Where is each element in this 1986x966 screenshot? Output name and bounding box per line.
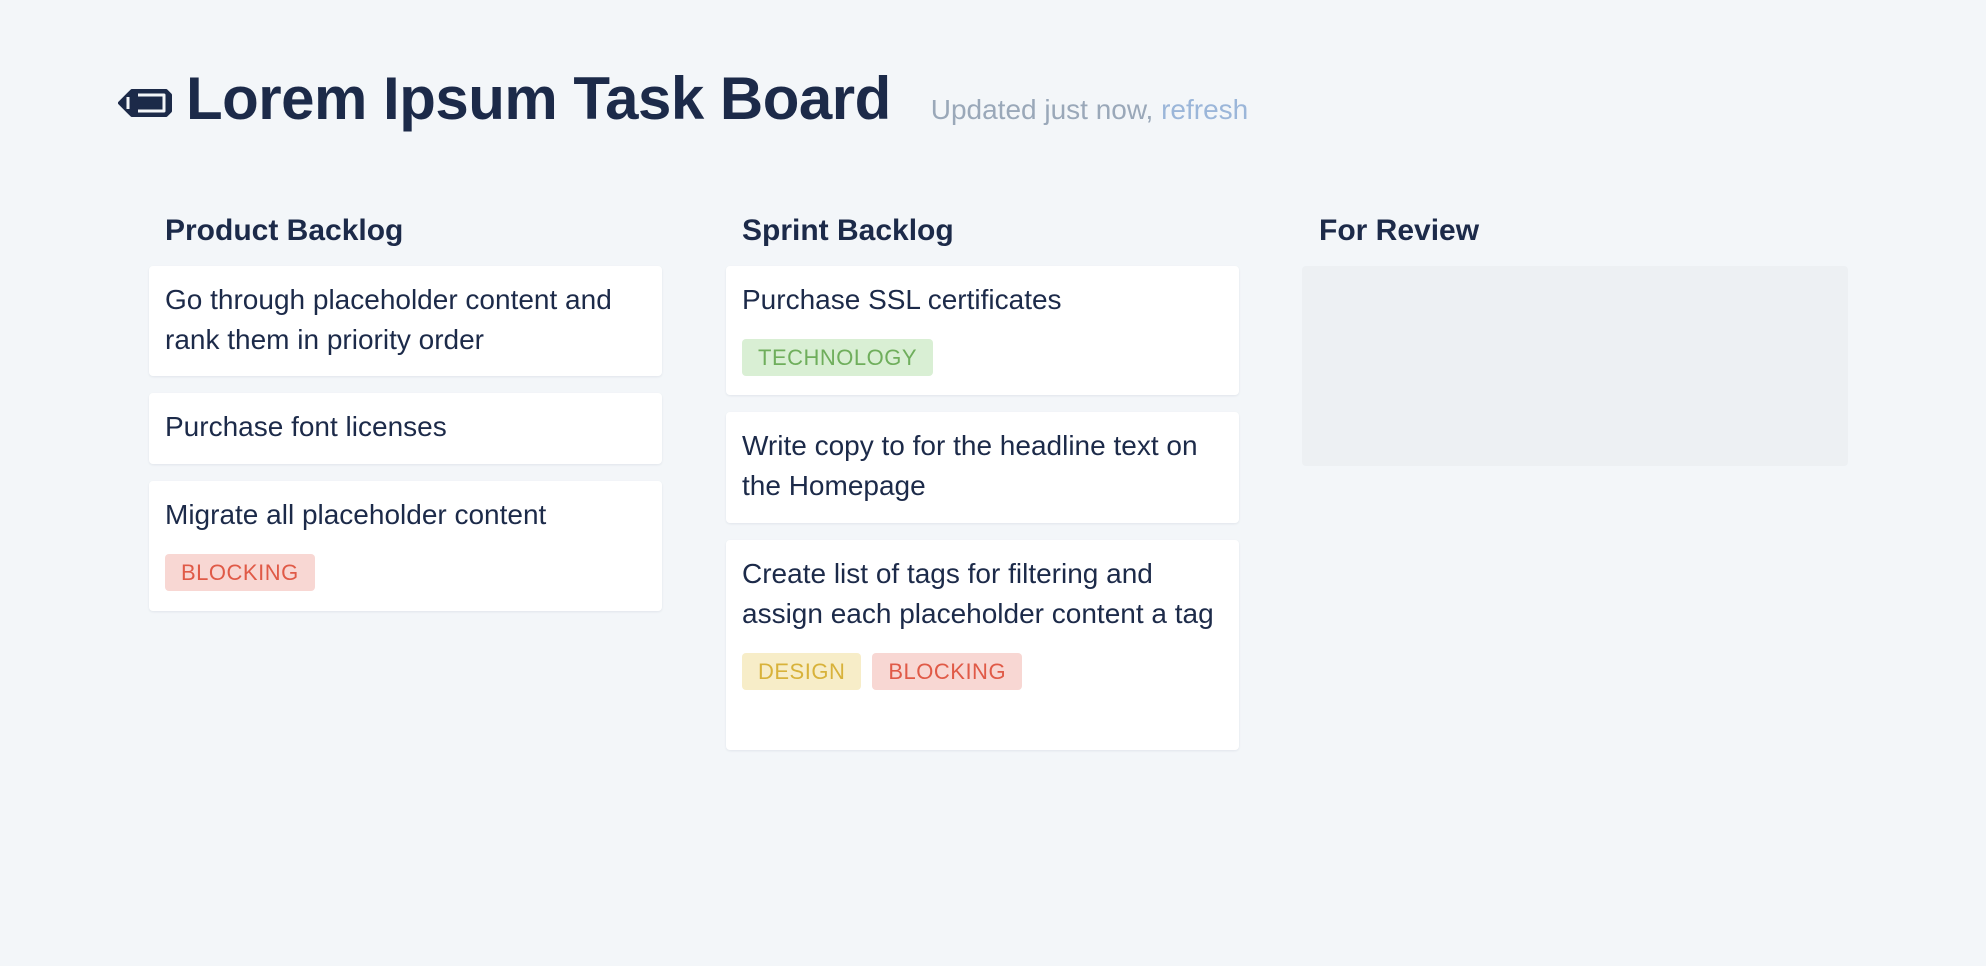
board-header: Lorem Ipsum Task Board Updated just now,… — [118, 64, 1248, 133]
task-card[interactable]: Write copy to for the headline text on t… — [726, 412, 1239, 523]
task-card[interactable]: Go through placeholder content and rank … — [149, 266, 662, 376]
column-title: Sprint Backlog — [742, 214, 954, 247]
task-card[interactable]: Migrate all placeholder content BLOCKING — [149, 481, 662, 611]
card-text: Go through placeholder content and rank … — [165, 284, 612, 355]
card-text: Migrate all placeholder content — [165, 499, 547, 530]
column-title: Product Backlog — [165, 214, 404, 247]
updated-text: Updated just now, — [930, 94, 1162, 125]
column-for-review: For Review — [1302, 210, 1848, 466]
task-card[interactable]: Create list of tags for filtering and as… — [726, 540, 1239, 750]
card-text: Purchase font licenses — [165, 411, 447, 442]
column-title: For Review — [1319, 214, 1480, 247]
tag-blocking[interactable]: BLOCKING — [872, 653, 1023, 690]
empty-drop-zone[interactable] — [1302, 266, 1848, 466]
card-tags: TECHNOLOGY — [742, 339, 1223, 376]
refresh-link[interactable]: refresh — [1161, 94, 1248, 125]
tag-blocking[interactable]: BLOCKING — [165, 554, 315, 591]
task-card[interactable]: Purchase SSL certificates TECHNOLOGY — [726, 266, 1239, 395]
card-tags: DESIGN BLOCKING — [742, 653, 1223, 690]
tag-design[interactable]: DESIGN — [742, 653, 862, 690]
pencil-icon — [118, 83, 172, 123]
page-title: Lorem Ipsum Task Board — [186, 65, 891, 132]
card-text: Purchase SSL certificates — [742, 284, 1062, 315]
updated-status: Updated just now, refresh — [931, 94, 1249, 126]
column-product-backlog: Product Backlog Go through placeholder c… — [149, 210, 662, 628]
tag-technology[interactable]: TECHNOLOGY — [742, 339, 934, 376]
card-text: Write copy to for the headline text on t… — [742, 430, 1198, 501]
task-card[interactable]: Purchase font licenses — [149, 393, 662, 464]
column-sprint-backlog: Sprint Backlog Purchase SSL certificates… — [726, 210, 1239, 767]
card-tags: BLOCKING — [165, 554, 646, 591]
card-text: Create list of tags for filtering and as… — [742, 558, 1214, 629]
